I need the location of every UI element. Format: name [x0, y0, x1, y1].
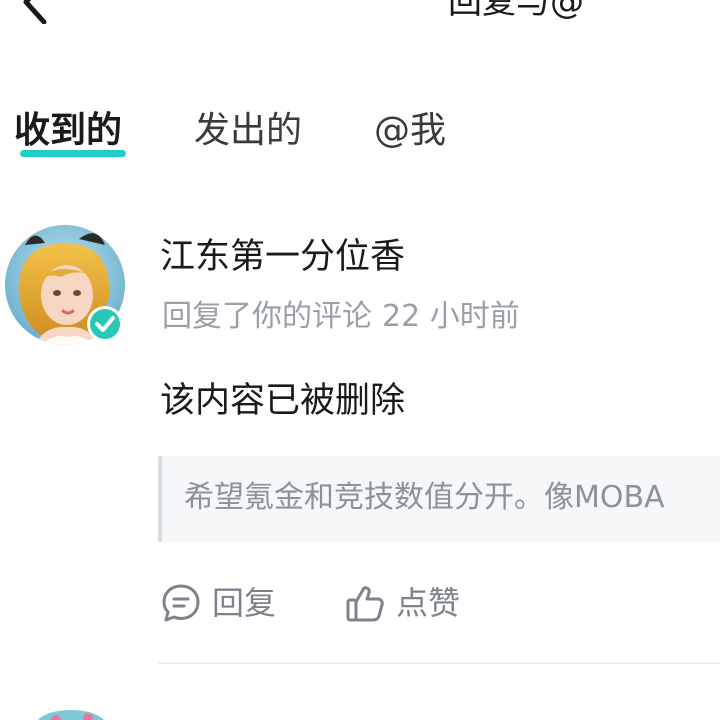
quoted-comment[interactable]: 希望氪金和竞技数值分开。像MOBA — [158, 456, 720, 542]
tab-received[interactable]: 收到的 — [14, 108, 122, 154]
reply-button[interactable]: 回复 — [160, 580, 276, 626]
tab-mentions[interactable]: @我 — [374, 108, 446, 154]
thumbs-up-icon — [346, 586, 384, 622]
replies-mentions-screen: 回复与@ 收到的 发出的 @我 江东第一分位香 回复了你的评论 22 小时前 该… — [0, 0, 720, 720]
active-tab-indicator — [20, 150, 126, 157]
comment-meta: 回复了你的评论 22 小时前 — [162, 296, 530, 338]
comment-timestamp: 22 小时前 — [382, 299, 520, 334]
like-label: 点赞 — [396, 584, 461, 622]
quoted-comment-text: 希望氪金和竞技数值分开。像MOBA — [184, 480, 665, 515]
partial-avatar-image — [36, 710, 106, 720]
next-item-avatar[interactable] — [36, 710, 106, 720]
tab-sent[interactable]: 发出的 — [194, 108, 302, 154]
back-button[interactable] — [14, 0, 54, 25]
reply-label: 回复 — [212, 584, 277, 622]
comment-username[interactable]: 江东第一分位香 — [160, 234, 405, 280]
page-title: 回复与@ — [448, 0, 584, 22]
comment-bubble-icon — [162, 584, 200, 622]
item-divider — [158, 662, 720, 664]
verified-badge-icon — [86, 305, 124, 343]
chevron-left-icon — [23, 0, 47, 25]
comment-content: 该内容已被删除 — [160, 381, 406, 421]
comment-action-text: 回复了你的评论 — [162, 299, 372, 334]
like-button[interactable]: 点赞 — [344, 580, 460, 626]
